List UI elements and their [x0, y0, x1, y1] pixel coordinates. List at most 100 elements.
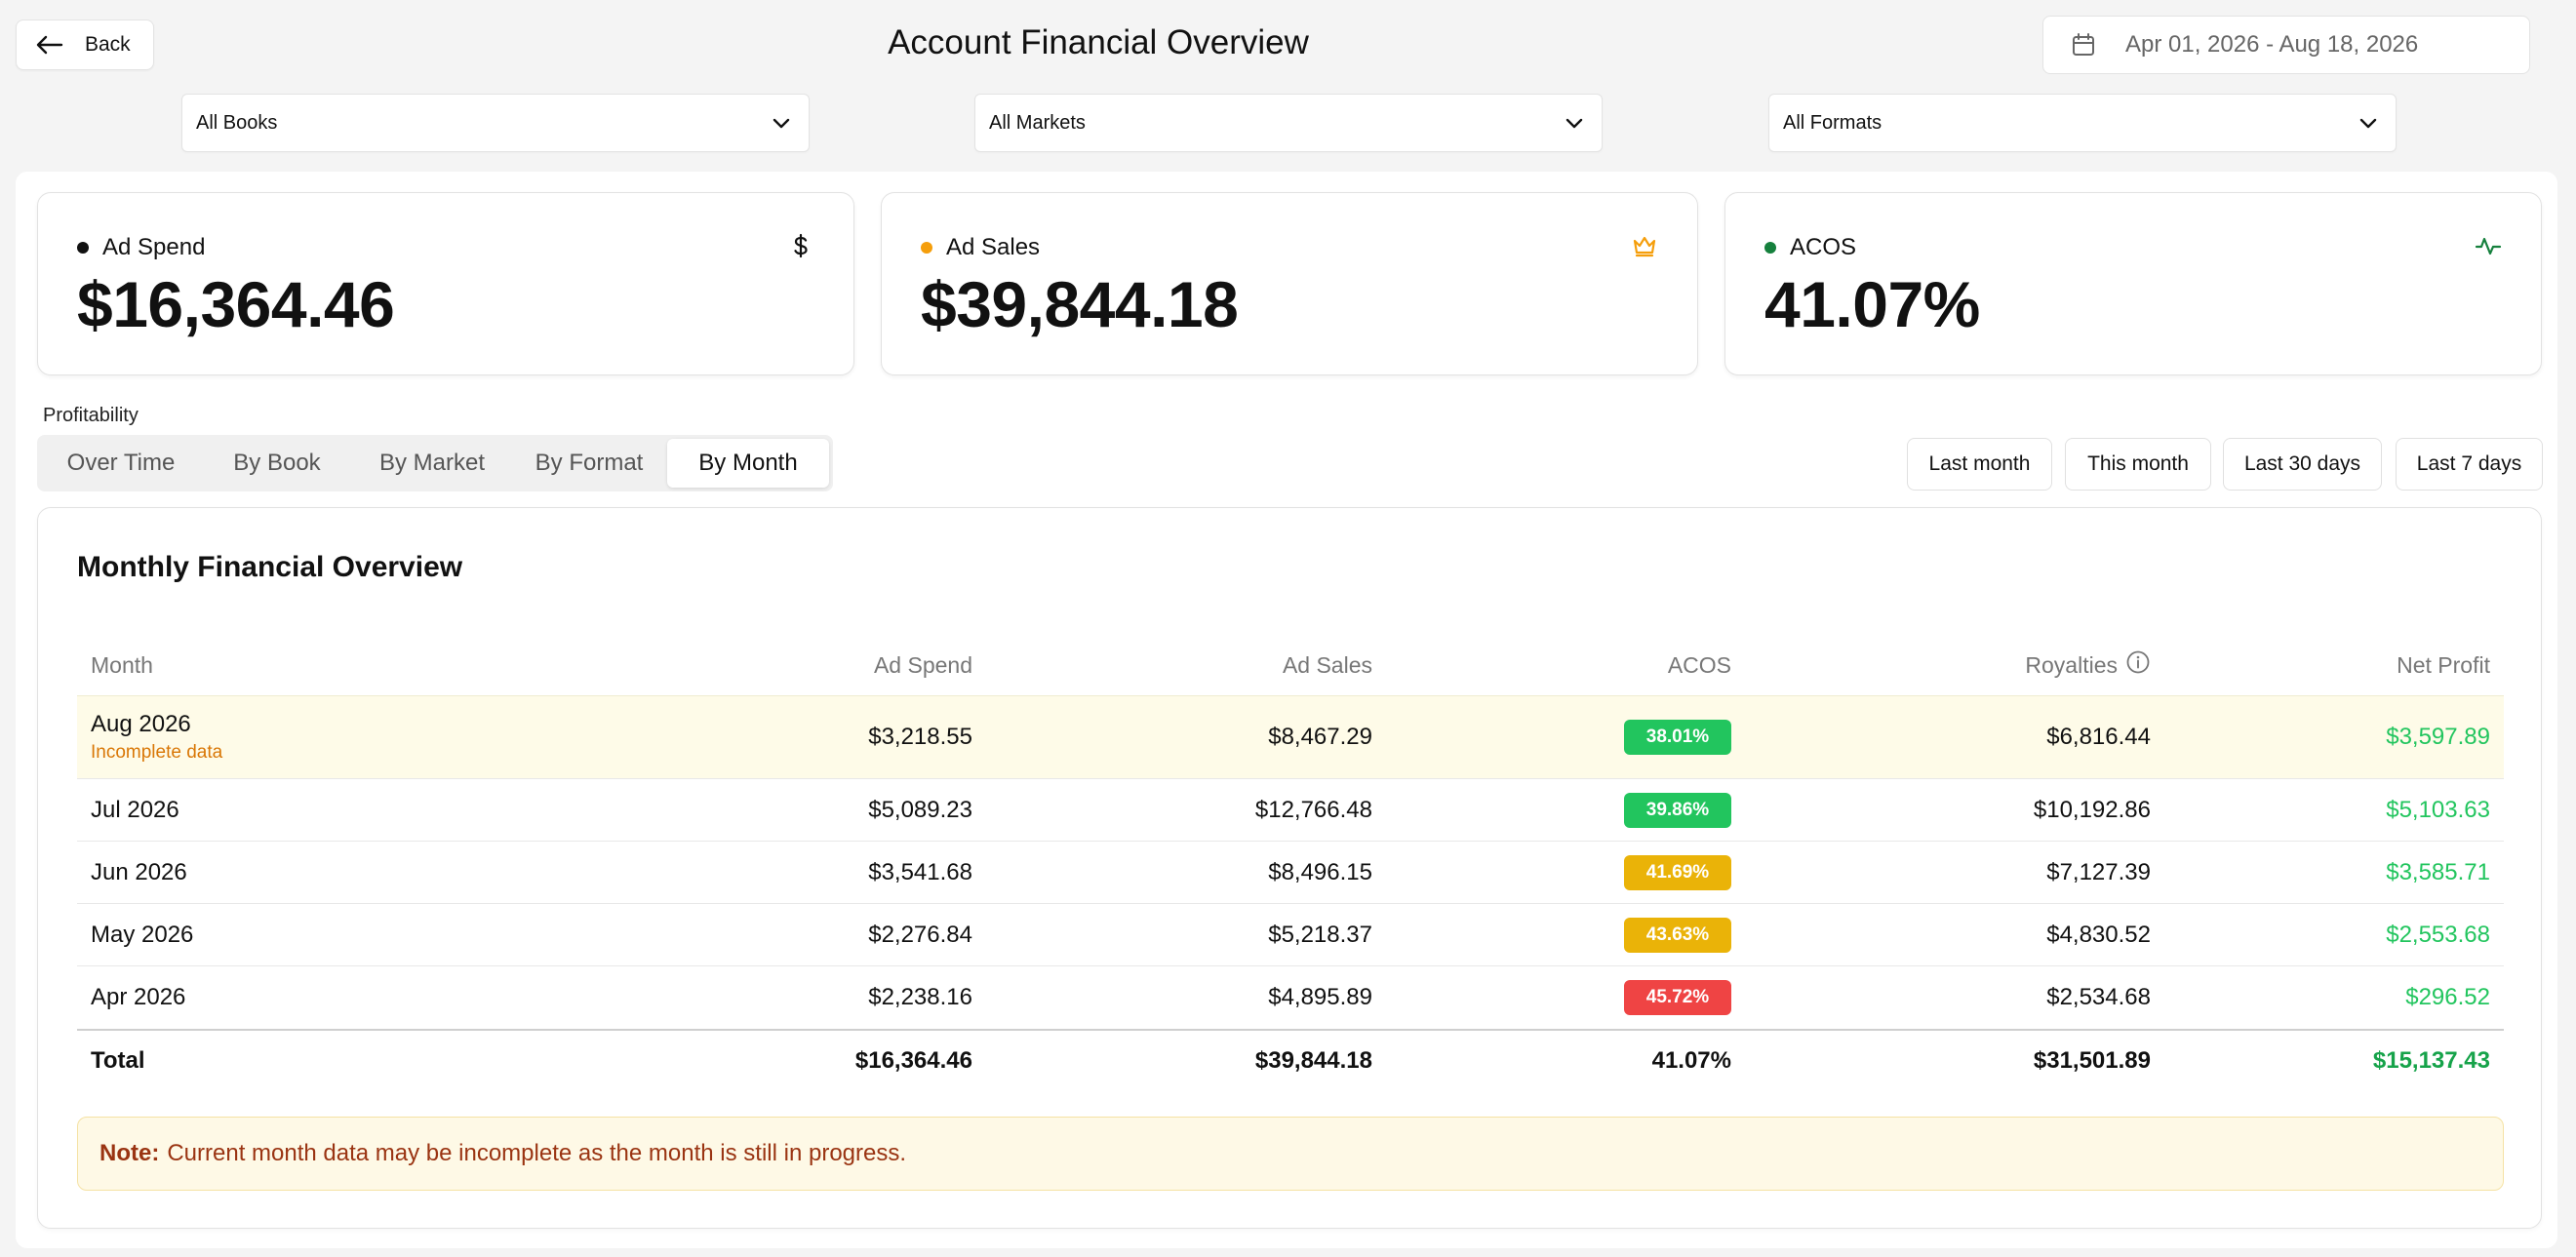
- table-row: Aug 2026 Incomplete data $3,218.55 $8,46…: [77, 695, 2504, 779]
- ad-sales-label: Ad Sales: [946, 234, 1041, 260]
- ad-sales-label-wrap: Ad Sales: [921, 234, 1040, 261]
- ad-spend-value: $16,364.46: [77, 268, 395, 340]
- acos-card: ACOS 41.07%: [1724, 192, 2542, 375]
- net-profit-cell: $3,585.71: [2386, 858, 2490, 885]
- table-total-row: Total $16,364.46 $39,844.18 41.07% $31,5…: [77, 1029, 2504, 1091]
- ad-sales-cell: $4,895.89: [1268, 984, 1372, 1010]
- last-month-button[interactable]: Last month: [1907, 438, 2052, 491]
- acos-dot: [1764, 242, 1776, 254]
- net-profit-cell: $5,103.63: [2386, 796, 2490, 823]
- date-range-picker[interactable]: Apr 01, 2026 - Aug 18, 2026: [2042, 16, 2530, 74]
- ad-spend-label: Ad Spend: [102, 234, 206, 260]
- royalties-cell: $10,192.86: [2033, 796, 2151, 823]
- acos-badge: 38.01%: [1624, 720, 1731, 755]
- crown-icon: [1633, 236, 1656, 257]
- month-cell: Apr 2026: [91, 966, 185, 1029]
- last-7-days-button[interactable]: Last 7 days: [2396, 438, 2543, 491]
- month-cell: Jul 2026: [91, 779, 179, 841]
- markets-filter-value: All Markets: [989, 111, 1086, 134]
- month-label: Aug 2026: [91, 711, 191, 737]
- dollar-icon: [794, 233, 808, 258]
- acos-cell: 39.86%: [1624, 779, 1731, 841]
- ad-sales-cell: $5,218.37: [1268, 921, 1372, 948]
- profitability-tabs: Over Time By Book By Market By Format By…: [37, 435, 833, 491]
- royalties-cell: $2,534.68: [2046, 984, 2151, 1010]
- acos-label-wrap: ACOS: [1764, 234, 1856, 261]
- acos-cell: 38.01%: [1624, 696, 1731, 778]
- ad-spend-cell: $3,218.55: [868, 724, 972, 750]
- acos-cell: 41.69%: [1624, 842, 1731, 903]
- tab-by-format[interactable]: By Format: [511, 439, 667, 488]
- net-profit-cell: $2,553.68: [2386, 921, 2490, 948]
- acos-label: ACOS: [1790, 234, 1857, 260]
- header-ad-spend: Ad Spend: [873, 651, 972, 678]
- acos-badge: 41.69%: [1624, 854, 1731, 890]
- month-label: Jul 2026: [91, 796, 179, 823]
- table-row: May 2026 $2,276.84 $5,218.37 43.63% $4,8…: [77, 904, 2504, 966]
- chevron-down-icon: [2359, 118, 2377, 129]
- table-row: Jun 2026 $3,541.68 $8,496.15 41.69% $7,1…: [77, 842, 2504, 904]
- royalties-cell: $7,127.39: [2046, 858, 2151, 885]
- ad-sales-dot: [921, 242, 932, 254]
- monthly-overview-card: Monthly Financial Overview Month Ad Spen…: [37, 507, 2542, 1229]
- month-label: May 2026: [91, 921, 194, 948]
- acos-cell: 45.72%: [1624, 966, 1731, 1029]
- total-ad-spend: $16,364.46: [854, 1047, 972, 1074]
- this-month-button[interactable]: This month: [2065, 438, 2211, 491]
- total-acos: 41.07%: [1651, 1047, 1731, 1074]
- table-row: Jul 2026 $5,089.23 $12,766.48 39.86% $10…: [77, 779, 2504, 842]
- header-royalties-label: Royalties: [2025, 651, 2118, 678]
- header-acos: ACOS: [1667, 651, 1731, 678]
- ad-sales-value: $39,844.18: [921, 268, 1239, 340]
- incomplete-month-note: Note: Current month data may be incomple…: [77, 1117, 2504, 1191]
- markets-filter-select[interactable]: All Markets: [974, 94, 1603, 152]
- month-cell: Jun 2026: [91, 842, 187, 903]
- royalties-cell: $4,830.52: [2046, 921, 2151, 948]
- calendar-icon: [2073, 33, 2094, 56]
- ad-sales-cell: $8,496.15: [1268, 858, 1372, 885]
- tab-by-market[interactable]: By Market: [353, 439, 511, 488]
- tab-by-book[interactable]: By Book: [201, 439, 353, 488]
- acos-badge: 43.63%: [1624, 917, 1731, 953]
- ad-sales-card: Ad Sales $39,844.18: [881, 192, 1698, 375]
- net-profit-cell: $296.52: [2405, 984, 2490, 1010]
- acos-badge: 39.86%: [1624, 792, 1731, 828]
- royalties-cell: $6,816.44: [2046, 724, 2151, 750]
- header-month: Month: [91, 651, 153, 678]
- ad-spend-cell: $2,276.84: [868, 921, 972, 948]
- formats-filter-value: All Formats: [1783, 111, 1882, 134]
- header-ad-sales: Ad Sales: [1282, 651, 1372, 678]
- total-label: Total: [91, 1047, 145, 1074]
- books-filter-value: All Books: [196, 111, 278, 134]
- ad-sales-cell: $8,467.29: [1268, 724, 1372, 750]
- month-label: Apr 2026: [91, 984, 186, 1010]
- page-title: Account Financial Overview: [888, 23, 1309, 61]
- acos-badge: 45.72%: [1624, 980, 1731, 1015]
- info-icon[interactable]: [2125, 649, 2151, 675]
- acos-cell: 43.63%: [1624, 904, 1731, 965]
- table-title: Monthly Financial Overview: [77, 551, 463, 583]
- section-label: Profitability: [43, 405, 139, 426]
- header-royalties: Royalties: [2025, 635, 2151, 695]
- ad-sales-cell: $12,766.48: [1254, 796, 1372, 823]
- total-ad-sales: $39,844.18: [1254, 1047, 1372, 1074]
- ad-spend-cell: $3,541.68: [868, 858, 972, 885]
- monthly-table: Month Ad Spend Ad Sales ACOS Royalties N…: [77, 635, 2504, 1091]
- note-text: Current month data may be incomplete as …: [167, 1140, 907, 1166]
- chevron-down-icon: [1565, 118, 1583, 129]
- ad-spend-cell: $2,238.16: [868, 984, 972, 1010]
- header-net-profit: Net Profit: [2397, 651, 2490, 678]
- incomplete-data-note: Incomplete data: [91, 742, 223, 763]
- ad-spend-label-wrap: Ad Spend: [77, 234, 205, 261]
- formats-filter-select[interactable]: All Formats: [1768, 94, 2397, 152]
- note-label: Note:: [99, 1140, 160, 1166]
- books-filter-select[interactable]: All Books: [181, 94, 810, 152]
- last-30-days-button[interactable]: Last 30 days: [2223, 438, 2382, 491]
- ad-spend-dot: [77, 242, 89, 254]
- month-cell: May 2026: [91, 904, 193, 965]
- date-range-text: Apr 01, 2026 - Aug 18, 2026: [2125, 31, 2419, 58]
- tab-over-time[interactable]: Over Time: [41, 439, 201, 488]
- activity-icon: [2475, 237, 2502, 255]
- tab-by-month[interactable]: By Month: [667, 439, 829, 488]
- chevron-down-icon: [773, 118, 790, 129]
